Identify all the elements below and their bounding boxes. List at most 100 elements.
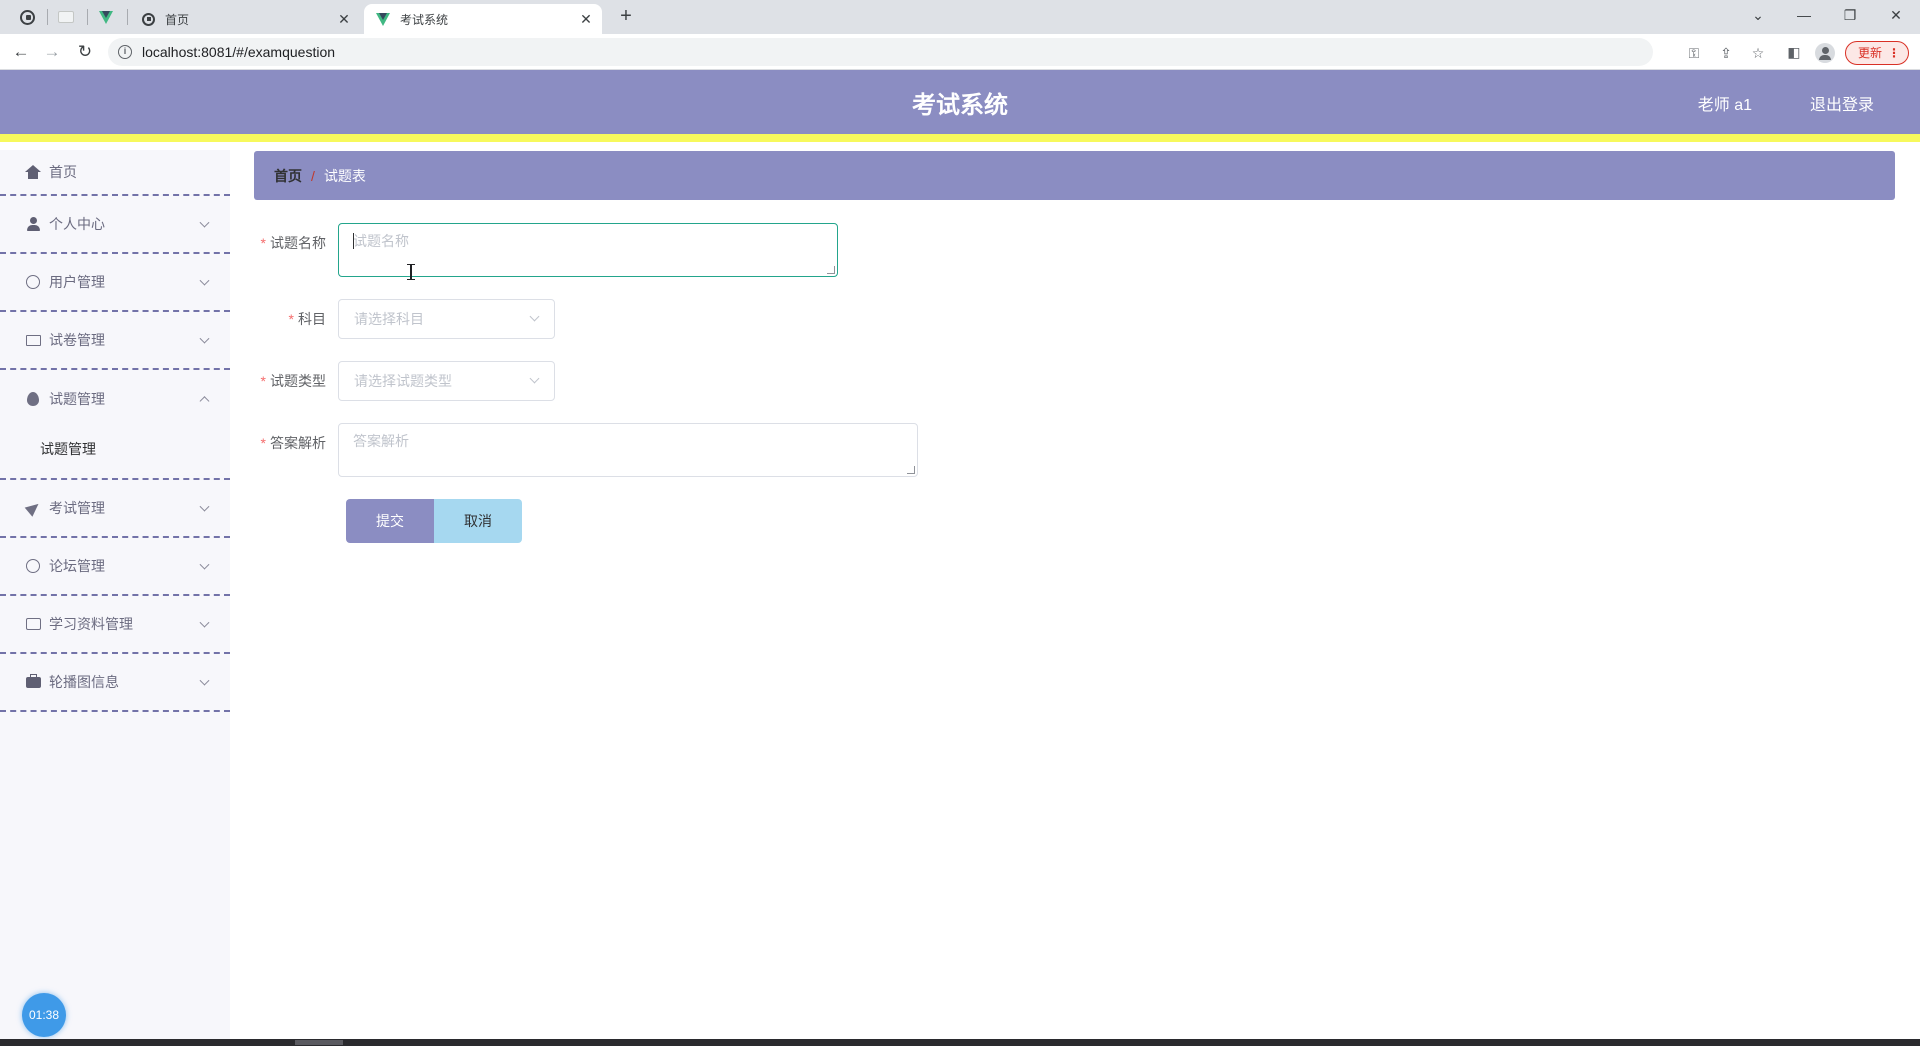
submenu-item-question-management[interactable]: 试题管理 bbox=[0, 428, 230, 478]
sidebar-item-paper-management[interactable]: 试卷管理 bbox=[0, 312, 230, 370]
question-type-label: * 试题类型 bbox=[254, 361, 338, 401]
breadcrumb-home[interactable]: 首页 bbox=[274, 166, 302, 186]
key-icon[interactable]: ⚿ bbox=[1686, 45, 1702, 61]
sidebar-item-carousel-info[interactable]: 轮播图信息 bbox=[0, 654, 230, 712]
chevron-down-icon bbox=[199, 333, 210, 344]
required-mark: * bbox=[288, 311, 294, 327]
answer-analysis-label-text: 答案解析 bbox=[270, 435, 326, 451]
chevron-down-icon bbox=[199, 275, 210, 286]
vue-logo-icon bbox=[376, 12, 390, 26]
chevron-down-icon bbox=[199, 617, 210, 628]
blank-page-icon bbox=[58, 11, 74, 23]
resize-handle-icon[interactable] bbox=[827, 266, 835, 274]
cancel-button[interactable]: 取消 bbox=[434, 499, 522, 543]
submit-button[interactable]: 提交 bbox=[346, 499, 434, 543]
sidebar-item-personal-center[interactable]: 个人中心 bbox=[0, 196, 230, 254]
sidebar-item-label: 试题管理 bbox=[49, 391, 105, 407]
browser-toolbar: ← → ↻ i localhost:8081/#/examquestion ⚿ … bbox=[0, 34, 1920, 70]
browser-tabstrip: 首页 ✕ 考试系统 ✕ + ⌄ — ❐ ✕ bbox=[0, 0, 1920, 34]
tab-separator bbox=[47, 9, 48, 25]
sidebar-item-study-materials[interactable]: 学习资料管理 bbox=[0, 596, 230, 654]
tab-separator bbox=[87, 9, 88, 25]
form-row-answer-analysis: * 答案解析 答案解析 bbox=[254, 423, 918, 477]
form-row-question-name: * 试题名称 试题名称 bbox=[254, 223, 838, 277]
update-button[interactable]: 更新 ⋮ bbox=[1845, 41, 1909, 65]
url-text: localhost:8081/#/examquestion bbox=[142, 44, 336, 60]
minimize-button[interactable]: — bbox=[1786, 3, 1822, 27]
reload-button[interactable]: ↻ bbox=[73, 40, 97, 64]
forward-button[interactable]: → bbox=[40, 40, 64, 64]
horizontal-scrollbar[interactable] bbox=[0, 1039, 1920, 1046]
sidebar-item-label: 论坛管理 bbox=[49, 558, 105, 574]
chevron-down-icon bbox=[199, 501, 210, 512]
sidebar: 首页 个人中心 用户管理 试卷管理 试题管理 试题管理 考试管理 论坛管理 学习… bbox=[0, 150, 230, 1039]
resize-handle-icon[interactable] bbox=[907, 466, 915, 474]
briefcase-icon bbox=[25, 673, 41, 690]
countdown-timer[interactable]: 01:38 bbox=[22, 993, 66, 1037]
tab-search-chevron-icon[interactable]: ⌄ bbox=[1740, 3, 1776, 27]
sidebar-item-label: 试卷管理 bbox=[49, 332, 105, 348]
restore-button[interactable]: ❐ bbox=[1832, 3, 1868, 27]
sidebar-item-label: 用户管理 bbox=[49, 274, 105, 290]
required-mark: * bbox=[260, 435, 266, 451]
sidebar-item-label: 首页 bbox=[49, 164, 77, 180]
chat-icon bbox=[25, 616, 41, 632]
breadcrumb: 首页 / 试题表 bbox=[254, 151, 1895, 200]
close-tab-icon[interactable]: ✕ bbox=[336, 11, 352, 27]
current-user: 老师 a1 bbox=[1697, 97, 1752, 114]
send-icon bbox=[24, 499, 42, 517]
close-window-button[interactable]: ✕ bbox=[1878, 3, 1914, 27]
sidebar-item-label: 个人中心 bbox=[49, 216, 105, 232]
chevron-down-icon bbox=[529, 373, 540, 384]
answer-analysis-input[interactable]: 答案解析 bbox=[338, 423, 918, 477]
sidebar-item-label: 考试管理 bbox=[49, 500, 105, 516]
question-type-label-text: 试题类型 bbox=[270, 373, 326, 389]
chevron-down-icon bbox=[529, 311, 540, 322]
pinned-tab-vue[interactable] bbox=[92, 5, 120, 29]
sidebar-item-user-management[interactable]: 用户管理 bbox=[0, 254, 230, 312]
back-button[interactable]: ← bbox=[9, 40, 33, 64]
side-panel-icon[interactable]: ◧ bbox=[1786, 44, 1802, 60]
address-bar[interactable]: i localhost:8081/#/examquestion ⚿ ⇪ ☆ bbox=[108, 38, 1764, 66]
share-icon[interactable]: ⇪ bbox=[1718, 45, 1734, 61]
sidebar-item-label: 轮播图信息 bbox=[49, 674, 119, 690]
sidebar-item-home[interactable]: 首页 bbox=[0, 150, 230, 196]
question-name-placeholder: 试题名称 bbox=[353, 233, 409, 249]
new-tab-button[interactable]: + bbox=[614, 5, 638, 29]
sidebar-group-question-management: 试题管理 试题管理 bbox=[0, 370, 230, 480]
sidebar-item-exam-management[interactable]: 考试管理 bbox=[0, 480, 230, 538]
chevron-down-icon bbox=[199, 559, 210, 570]
site-info-icon[interactable]: i bbox=[118, 45, 132, 59]
close-tab-icon[interactable]: ✕ bbox=[578, 11, 594, 27]
question-type-select[interactable]: 请选择试题类型 bbox=[338, 361, 555, 401]
tab-favicon bbox=[376, 12, 390, 26]
profile-avatar-icon[interactable] bbox=[1815, 43, 1835, 63]
globe-icon bbox=[19, 9, 35, 25]
tab-exam-system[interactable]: 考试系统 ✕ bbox=[364, 4, 602, 34]
more-vert-icon: ⋮ bbox=[1888, 46, 1900, 60]
sidebar-item-forum-management[interactable]: 论坛管理 bbox=[0, 538, 230, 596]
form-row-subject: * 科目 请选择科目 bbox=[254, 299, 555, 339]
tab-title: 考试系统 bbox=[400, 12, 449, 27]
document-icon bbox=[25, 332, 41, 348]
gauge-icon bbox=[25, 274, 41, 290]
update-label: 更新 bbox=[1858, 46, 1883, 60]
form-row-question-type: * 试题类型 请选择试题类型 bbox=[254, 361, 555, 401]
logout-link[interactable]: 退出登录 bbox=[1810, 70, 1874, 142]
scrollbar-thumb[interactable] bbox=[295, 1040, 343, 1045]
tab-title: 首页 bbox=[165, 12, 190, 27]
subject-label: * 科目 bbox=[254, 299, 338, 339]
chevron-down-icon bbox=[199, 675, 210, 686]
required-mark: * bbox=[260, 235, 266, 251]
subject-placeholder: 请选择科目 bbox=[354, 311, 424, 327]
tab-home[interactable]: 首页 ✕ bbox=[130, 4, 360, 34]
answer-analysis-placeholder: 答案解析 bbox=[353, 433, 409, 449]
bookmark-star-icon[interactable]: ☆ bbox=[1750, 45, 1766, 61]
sidebar-item-question-management[interactable]: 试题管理 bbox=[0, 370, 230, 428]
chevron-up-icon bbox=[199, 396, 210, 407]
drop-icon bbox=[25, 391, 41, 407]
subject-select[interactable]: 请选择科目 bbox=[338, 299, 555, 339]
pinned-tab-globe[interactable] bbox=[13, 5, 41, 29]
breadcrumb-current: 试题表 bbox=[323, 167, 366, 184]
pinned-tab-blank[interactable] bbox=[52, 5, 80, 29]
